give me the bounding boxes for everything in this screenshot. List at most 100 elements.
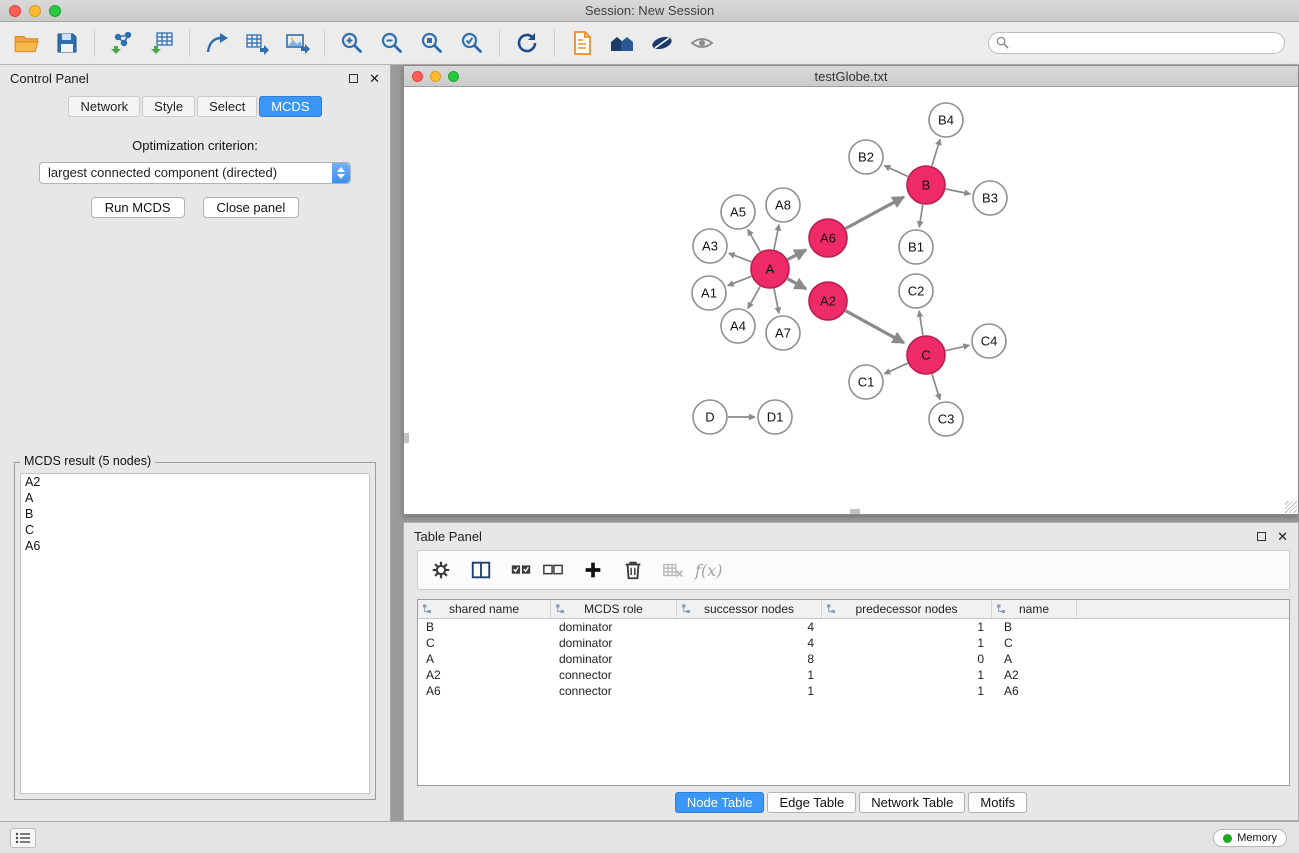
table-row[interactable]: Bdominator41B <box>418 619 1289 635</box>
graph-node-C1[interactable]: C1 <box>849 365 883 399</box>
table-settings-gear-icon[interactable] <box>425 554 457 586</box>
table-cell[interactable]: 0 <box>822 651 992 667</box>
graph-node-A1[interactable]: A1 <box>692 276 726 310</box>
column-header[interactable]: predecessor nodes <box>822 600 992 618</box>
column-header[interactable]: successor nodes <box>677 600 822 618</box>
table-row[interactable]: Cdominator41C <box>418 635 1289 651</box>
graph-node-C3[interactable]: C3 <box>929 402 963 436</box>
eye-icon[interactable] <box>685 26 719 60</box>
table-cell[interactable]: 4 <box>677 635 822 651</box>
graph-node-A7[interactable]: A7 <box>766 316 800 350</box>
graph-node-B2[interactable]: B2 <box>849 140 883 174</box>
graph-node-B[interactable]: B <box>907 166 945 204</box>
graph-node-A4[interactable]: A4 <box>721 309 755 343</box>
import-network-icon[interactable] <box>105 26 139 60</box>
graph-edge-B-B1[interactable] <box>919 205 923 228</box>
table-row[interactable]: A6connector11A6 <box>418 683 1289 699</box>
tab-select[interactable]: Select <box>197 96 257 117</box>
zoom-out-icon[interactable] <box>375 26 409 60</box>
tab-network-table[interactable]: Network Table <box>859 792 965 813</box>
graph-node-B1[interactable]: B1 <box>899 230 933 264</box>
graph-edge-A-A2[interactable] <box>788 279 807 289</box>
table-cell[interactable]: A2 <box>992 667 1077 683</box>
zoom-fit-icon[interactable] <box>415 26 449 60</box>
table-row[interactable]: A2connector11A2 <box>418 667 1289 683</box>
close-panel-icon[interactable]: ✕ <box>369 74 380 83</box>
float-panel-icon[interactable] <box>349 74 358 83</box>
column-header[interactable]: MCDS role <box>551 600 677 618</box>
tab-node-table[interactable]: Node Table <box>675 792 765 813</box>
table-cell[interactable]: 1 <box>822 667 992 683</box>
graph-edge-B-B2[interactable] <box>884 166 908 177</box>
graph-node-A5[interactable]: A5 <box>721 195 755 229</box>
table-row[interactable]: Adominator80A <box>418 651 1289 667</box>
close-panel-icon[interactable]: ✕ <box>1277 532 1288 541</box>
tab-edge-table[interactable]: Edge Table <box>767 792 856 813</box>
task-history-icon[interactable] <box>10 828 36 848</box>
graph-edge-A-A8[interactable] <box>774 225 779 250</box>
graph-edge-A-A1[interactable] <box>728 276 752 285</box>
show-columns-icon[interactable] <box>465 554 497 586</box>
graph-node-C2[interactable]: C2 <box>899 274 933 308</box>
delete-icon[interactable] <box>617 554 649 586</box>
graph-edge-C-C1[interactable] <box>884 363 908 374</box>
table-cell[interactable]: A6 <box>992 683 1077 699</box>
resize-grip[interactable] <box>1285 501 1297 513</box>
tab-mcds[interactable]: MCDS <box>259 96 321 117</box>
graph-edge-A-A3[interactable] <box>729 253 752 262</box>
graph-node-C4[interactable]: C4 <box>972 324 1006 358</box>
graph-node-D[interactable]: D <box>693 400 727 434</box>
graph-node-D1[interactable]: D1 <box>758 400 792 434</box>
table-cell[interactable]: C <box>418 635 551 651</box>
graph-node-B4[interactable]: B4 <box>929 103 963 137</box>
graph-node-B3[interactable]: B3 <box>973 181 1007 215</box>
select-all-icon[interactable] <box>505 554 537 586</box>
table-cell[interactable]: A <box>992 651 1077 667</box>
refresh-icon[interactable] <box>510 26 544 60</box>
zoom-selected-icon[interactable] <box>455 26 489 60</box>
graph-edge-C-C2[interactable] <box>919 311 923 335</box>
add-column-icon[interactable] <box>577 554 609 586</box>
table-cell[interactable]: 1 <box>822 635 992 651</box>
save-session-icon[interactable] <box>50 26 84 60</box>
mcds-result-list[interactable]: A2ABCA6 <box>20 473 370 794</box>
graph-edge-C-C3[interactable] <box>932 374 940 400</box>
export-network-icon[interactable] <box>200 26 234 60</box>
close-panel-button[interactable]: Close panel <box>203 197 300 218</box>
export-image-icon[interactable] <box>280 26 314 60</box>
table-cell[interactable]: 1 <box>677 667 822 683</box>
graph-edge-A-A5[interactable] <box>748 229 760 251</box>
import-table-icon[interactable] <box>145 26 179 60</box>
column-header[interactable]: name <box>992 600 1077 618</box>
table-cell[interactable]: 4 <box>677 619 822 635</box>
table-cell[interactable]: 1 <box>822 619 992 635</box>
run-mcds-button[interactable]: Run MCDS <box>91 197 185 218</box>
graph-edge-A-A7[interactable] <box>774 289 779 314</box>
table-cell[interactable]: connector <box>551 667 677 683</box>
tab-network[interactable]: Network <box>68 96 140 117</box>
table-cell[interactable]: C <box>992 635 1077 651</box>
table-cell[interactable]: B <box>418 619 551 635</box>
home-icon[interactable] <box>605 26 639 60</box>
open-session-icon[interactable] <box>10 26 44 60</box>
float-panel-icon[interactable] <box>1257 532 1266 541</box>
table-cell[interactable]: A <box>418 651 551 667</box>
criterion-dropdown[interactable]: largest connected component (directed) <box>39 162 351 184</box>
network-canvas[interactable]: B4B2BB3A8A5A6B1A3AC2A1A2A4A7C4CC1C3DD1 <box>404 87 1298 514</box>
unselect-all-icon[interactable] <box>537 554 569 586</box>
graph-edge-B-B4[interactable] <box>932 139 940 166</box>
table-cell[interactable]: dominator <box>551 619 677 635</box>
graph-node-A8[interactable]: A8 <box>766 188 800 222</box>
graph-edge-A-A6[interactable] <box>788 250 806 260</box>
tab-style[interactable]: Style <box>142 96 195 117</box>
table-cell[interactable]: A6 <box>418 683 551 699</box>
table-cell[interactable]: 8 <box>677 651 822 667</box>
graph-node-A6[interactable]: A6 <box>809 219 847 257</box>
search-input[interactable] <box>988 32 1285 54</box>
table-cell[interactable]: A2 <box>418 667 551 683</box>
graph-edge-A6-B[interactable] <box>846 197 904 229</box>
table-cell[interactable]: B <box>992 619 1077 635</box>
column-header[interactable]: shared name <box>418 600 551 618</box>
list-item[interactable]: A2 <box>21 474 369 490</box>
network-window-titlebar[interactable]: testGlobe.txt <box>404 66 1298 87</box>
